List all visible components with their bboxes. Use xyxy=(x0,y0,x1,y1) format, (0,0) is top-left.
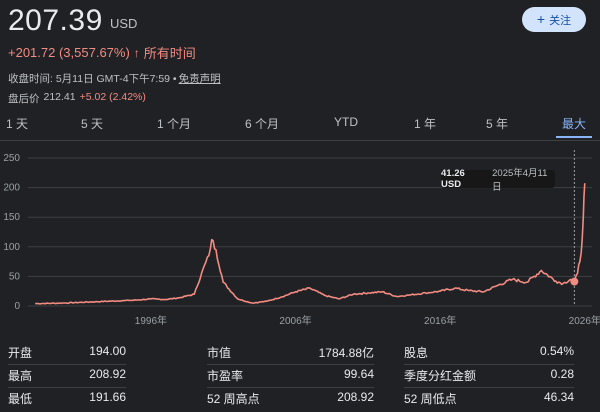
y-tick-label: 250 xyxy=(3,153,20,164)
stats-divider xyxy=(404,364,574,365)
y-tick-label: 0 xyxy=(14,301,20,312)
stat-value-52w-high: 208.92 xyxy=(337,390,374,404)
stats-divider xyxy=(8,387,126,388)
y-tick-label: 200 xyxy=(3,183,20,194)
tab-6-month[interactable]: 6 个月 xyxy=(245,115,279,132)
stats-divider xyxy=(207,387,374,388)
after-hours-price: 212.41 xyxy=(43,91,76,103)
tab-5-day[interactable]: 5 天 xyxy=(81,115,103,132)
stat-label-low: 最低 xyxy=(8,392,33,406)
x-tick-label: 2016年 xyxy=(424,314,456,327)
stats-divider xyxy=(8,364,126,365)
close-time-row: 收盘时间: 5月11日 GMT-4下午7:59 • 免责声明 xyxy=(8,71,221,86)
follow-button-label: 关注 xyxy=(549,14,572,27)
tab-5-year[interactable]: 5 年 xyxy=(486,115,508,132)
stat-value-pe-ratio: 99.64 xyxy=(343,367,374,381)
stats-row: 开盘 194.00 市值 1784.88亿 股息 0.54% xyxy=(0,344,600,362)
arrow-up-icon: ↑ xyxy=(133,45,140,60)
follow-button[interactable]: + 关注 xyxy=(522,7,586,32)
stat-label-open: 开盘 xyxy=(8,346,33,360)
price-change-row: +201.72 (3,557.67%) ↑ 所有时间 xyxy=(8,43,196,62)
price-line-series xyxy=(35,183,586,305)
stat-label-dividend: 股息 xyxy=(404,346,429,360)
after-hours-label: 盘后价 xyxy=(8,93,40,105)
time-range-tabs: 1 天 5 天 1 个月 6 个月 YTD 1 年 5 年 最大 xyxy=(0,112,600,138)
stat-value-high: 208.92 xyxy=(89,367,126,381)
stat-value-52w-low: 46.34 xyxy=(543,390,574,404)
stats-divider xyxy=(404,387,574,388)
stat-label-pe-ratio: 市盈率 xyxy=(207,369,244,383)
stat-label-52w-low: 52 周低点 xyxy=(404,392,457,406)
disclaimer-link[interactable]: 免责声明 xyxy=(179,71,221,86)
price-change: +201.72 (3,557.67%) xyxy=(8,45,130,60)
tab-1-year[interactable]: 1 年 xyxy=(414,115,436,132)
stats-divider xyxy=(207,364,374,365)
y-tick-label: 150 xyxy=(3,212,20,223)
stat-label-52w-high: 52 周高点 xyxy=(207,392,260,406)
x-tick-label: 1996年 xyxy=(135,314,167,327)
stat-label-high: 最高 xyxy=(8,369,33,383)
stats-row: 最高 208.92 市盈率 99.64 季度分红金额 0.28 xyxy=(0,367,600,385)
tabs-divider xyxy=(0,140,600,141)
y-tick-label: 50 xyxy=(9,271,21,282)
current-price: 207.39 xyxy=(8,4,103,37)
plus-icon: + xyxy=(536,11,546,27)
stat-value-open: 194.00 xyxy=(89,344,126,358)
currency-label: USD xyxy=(110,16,138,31)
close-time: 收盘时间: 5月11日 GMT-4下午7:59 • xyxy=(8,73,177,85)
hover-tooltip: 41.26 USD 2025年4月11日 xyxy=(441,168,555,193)
stat-value-dividend: 0.54% xyxy=(539,344,574,358)
x-tick-label: 2026年 xyxy=(569,314,600,327)
hover-point xyxy=(570,277,579,286)
stat-label-market-cap: 市值 xyxy=(207,346,232,360)
x-tick-label: 2006年 xyxy=(279,314,311,327)
tab-max[interactable]: 最大 xyxy=(562,115,586,132)
tooltip-date: 2025年4月11日 xyxy=(492,168,548,193)
tooltip-value: 41.26 USD xyxy=(441,168,465,190)
active-tab-indicator xyxy=(556,136,592,138)
after-hours-row: 盘后价 212.41 +5.02 (2.42%) xyxy=(8,91,146,106)
stat-value-market-cap: 1784.88亿 xyxy=(318,346,374,360)
stat-value-low: 191.66 xyxy=(89,390,126,404)
stats-row: 最低 191.66 52 周高点 208.92 52 周低点 46.34 xyxy=(0,390,600,408)
after-hours-change: +5.02 (2.42%) xyxy=(79,91,146,103)
change-period: 所有时间 xyxy=(143,46,196,61)
y-tick-label: 100 xyxy=(3,242,20,253)
stat-label-quarterly-dividend: 季度分红金额 xyxy=(404,369,477,383)
tab-1-month[interactable]: 1 个月 xyxy=(157,115,191,132)
tab-1-day[interactable]: 1 天 xyxy=(6,115,28,132)
stat-value-quarterly-dividend: 0.28 xyxy=(550,367,574,381)
tab-ytd[interactable]: YTD xyxy=(334,115,358,129)
